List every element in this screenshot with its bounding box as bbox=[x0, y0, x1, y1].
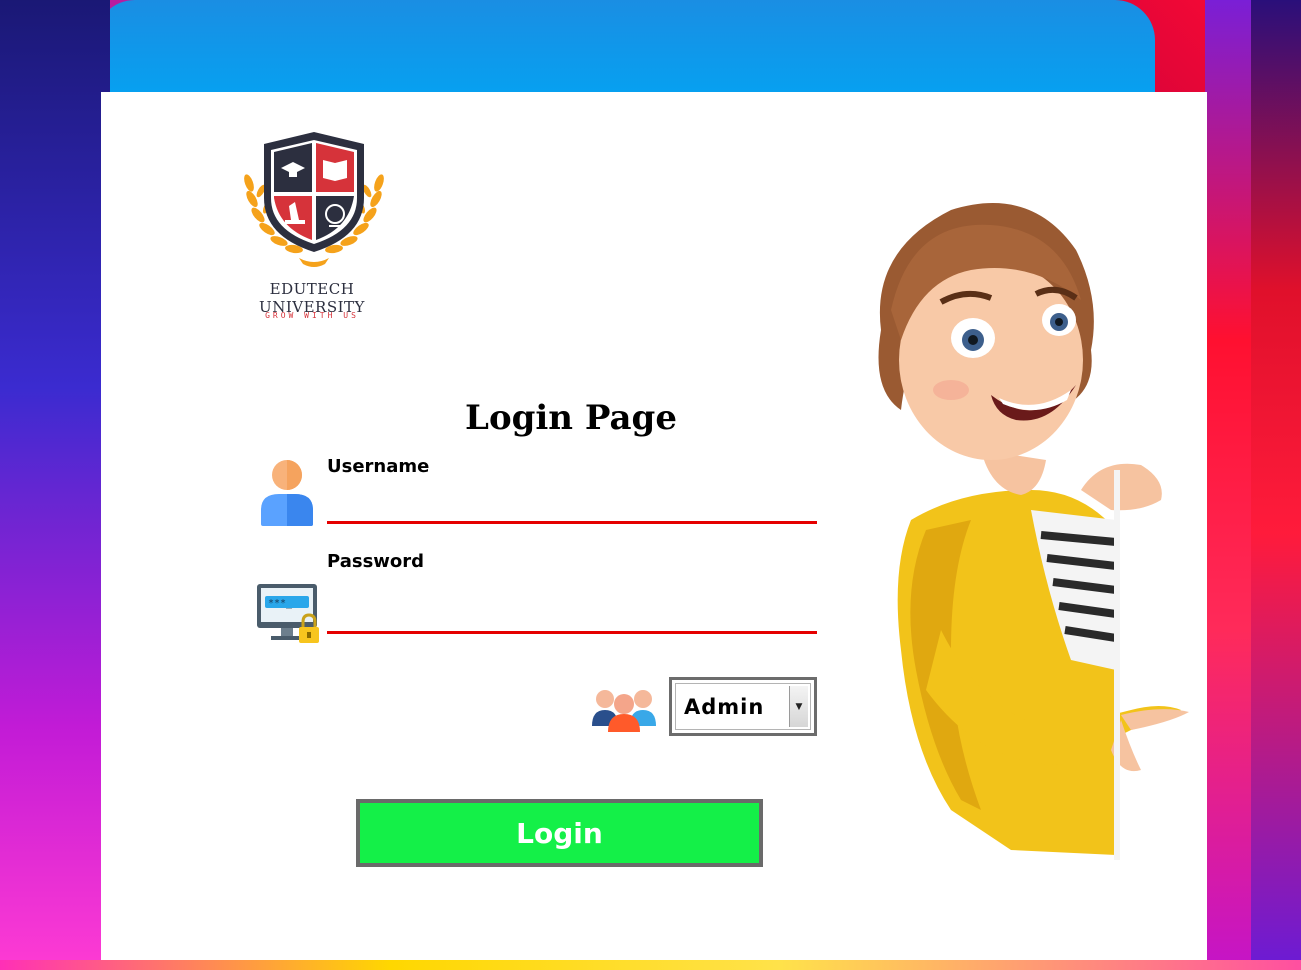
password-monitor-icon: ***_ bbox=[257, 584, 319, 643]
username-input[interactable] bbox=[327, 488, 817, 524]
role-select[interactable]: Admin ▼ bbox=[669, 677, 817, 736]
role-select-value: Admin bbox=[684, 695, 765, 719]
university-shield-logo bbox=[244, 132, 384, 267]
user-group-icon bbox=[592, 690, 656, 732]
login-button[interactable]: Login bbox=[356, 799, 763, 867]
user-icon bbox=[261, 460, 313, 526]
password-label: Password bbox=[327, 551, 425, 572]
background-top-band bbox=[95, 0, 1155, 92]
cartoon-girl-illustration bbox=[878, 203, 1189, 860]
background-bottom-band bbox=[0, 960, 1301, 970]
background-right-inner-band bbox=[1205, 0, 1251, 970]
background-left-band bbox=[0, 0, 110, 970]
username-label: Username bbox=[327, 456, 430, 477]
chevron-down-icon[interactable]: ▼ bbox=[789, 686, 808, 727]
role-select-field[interactable]: Admin ▼ bbox=[675, 683, 811, 730]
login-card: EDUTECH UNIVERSITY GROW WITH US Login Pa… bbox=[101, 92, 1207, 960]
svg-text:***_: ***_ bbox=[268, 598, 293, 609]
password-input[interactable] bbox=[327, 598, 817, 634]
university-tagline: GROW WITH US bbox=[265, 311, 359, 320]
page-title: Login Page bbox=[465, 398, 677, 438]
